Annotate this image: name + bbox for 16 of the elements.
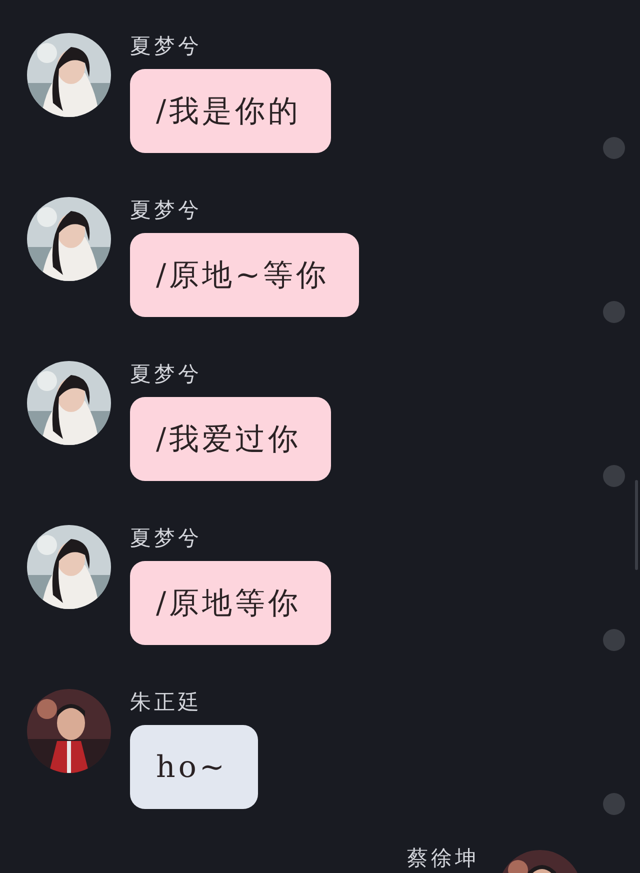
sender-name: 蔡徐坤 [407, 845, 479, 871]
sender-name: 朱正廷 [130, 689, 202, 715]
status-dot [603, 793, 625, 815]
message-bubble: /我爱过你 [130, 397, 332, 481]
sender-name: 夏梦兮 [130, 361, 202, 387]
status-dot [603, 137, 625, 159]
message-bubble: /原地等你 [130, 561, 332, 645]
sender-name: 夏梦兮 [130, 197, 202, 223]
message-bubble: ho~ [130, 725, 258, 809]
status-dot [603, 301, 625, 323]
message-bubble: /我是你的 [130, 69, 332, 153]
status-dot [603, 465, 625, 487]
message-bubble: /原地~等你 [130, 233, 360, 317]
sender-name: 夏梦兮 [130, 33, 202, 59]
status-dot [603, 629, 625, 651]
sender-name: 夏梦兮 [130, 525, 202, 551]
